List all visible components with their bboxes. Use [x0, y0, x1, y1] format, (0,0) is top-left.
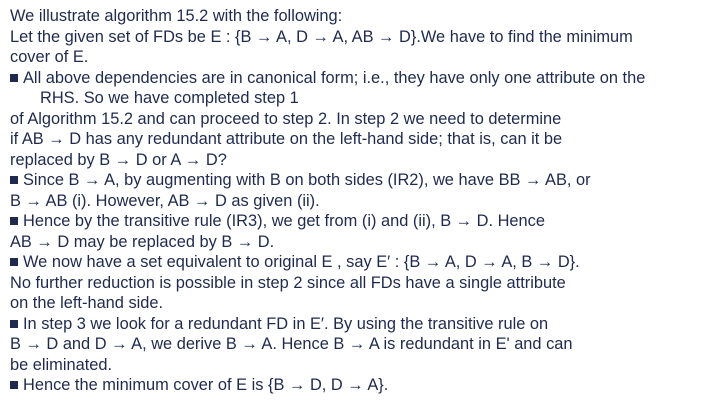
square-bullet-icon: [10, 381, 18, 389]
paragraph-line: B → D and D → A, we derive B → A. Hence …: [10, 334, 716, 355]
paragraph-line: RHS. So we have completed step 1: [10, 88, 716, 109]
line-text: replaced by B → D or A → D?: [10, 150, 227, 169]
paragraph-line: replaced by B → D or A → D?: [10, 150, 716, 171]
square-bullet-icon: [10, 258, 18, 266]
line-text: In step 3 we look for a redundant FD in …: [23, 314, 549, 333]
line-text: cover of E.: [10, 48, 89, 66]
bullet-paragraph-line: Hence by the transitive rule (IR3), we g…: [10, 211, 716, 232]
line-text: on the left-hand side.: [10, 294, 164, 312]
bullet-paragraph-line: Hence the minimum cover of E is {B → D, …: [10, 375, 716, 396]
paragraph-line: on the left-hand side.: [10, 293, 716, 314]
line-text: We illustrate algorithm 15.2 with the fo…: [10, 7, 343, 25]
line-text: AB → D may be replaced by B → D.: [10, 232, 275, 251]
bullet-paragraph-line: All above dependencies are in canonical …: [10, 68, 716, 89]
document-body: We illustrate algorithm 15.2 with the fo…: [10, 6, 716, 396]
bullet-paragraph-line: Since B → A, by augmenting with B on bot…: [10, 170, 716, 191]
line-text: B → AB (i). However, AB → D as given (ii…: [10, 191, 320, 210]
line-text: Since B → A, by augmenting with B on bot…: [23, 171, 591, 189]
bullet-paragraph-line: In step 3 we look for a redundant FD in …: [10, 314, 716, 335]
line-text: Hence the minimum cover of E is {B → D, …: [23, 376, 389, 394]
line-text: All above dependencies are in canonical …: [23, 68, 646, 87]
paragraph-line: be eliminated.: [10, 355, 716, 376]
paragraph-line: of Algorithm 15.2 and can proceed to ste…: [10, 109, 716, 130]
line-text: Hence by the transitive rule (IR3), we g…: [23, 212, 545, 230]
square-bullet-icon: [10, 73, 18, 82]
square-bullet-icon: [10, 319, 18, 328]
paragraph-line: B → AB (i). However, AB → D as given (ii…: [10, 191, 716, 212]
paragraph-line: if AB → D has any redundant attribute on…: [10, 129, 716, 150]
line-text: No further reduction is possible in step…: [10, 273, 566, 292]
line-text: RHS. So we have completed step 1: [40, 89, 299, 107]
square-bullet-icon: [10, 217, 18, 225]
line-text: B → D and D → A, we derive B → A. Hence …: [10, 335, 573, 353]
paragraph-line: No further reduction is possible in step…: [10, 273, 716, 294]
line-text: be eliminated.: [10, 355, 113, 374]
line-text: if AB → D has any redundant attribute on…: [10, 130, 563, 148]
paragraph-line: AB → D may be replaced by B → D.: [10, 232, 716, 253]
paragraph-line: We illustrate algorithm 15.2 with the fo…: [10, 6, 716, 27]
paragraph-line: Let the given set of FDs be E : {B → A, …: [10, 27, 716, 48]
bullet-paragraph-line: We now have a set equivalent to original…: [10, 252, 716, 273]
line-text: of Algorithm 15.2 and can proceed to ste…: [10, 109, 562, 128]
paragraph-line: cover of E.: [10, 47, 716, 68]
line-text: Let the given set of FDs be E : {B → A, …: [10, 27, 633, 46]
line-text: We now have a set equivalent to original…: [23, 253, 580, 271]
square-bullet-icon: [10, 176, 18, 184]
